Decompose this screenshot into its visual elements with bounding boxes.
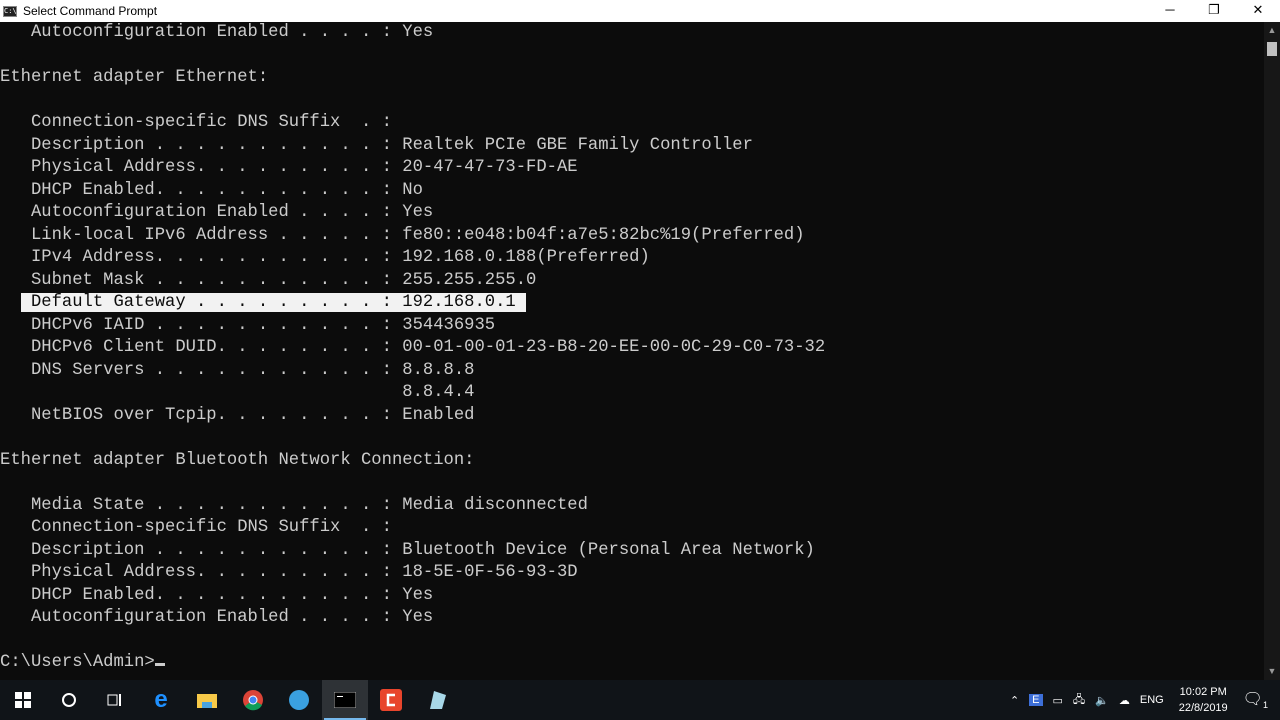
command-prompt-button[interactable] [322,680,368,720]
edge-icon: e [154,686,168,713]
console-line: Connection-specific DNS Suffix . : [0,113,392,132]
console-line: Autoconfiguration Enabled . . . . : Yes [0,23,434,42]
cmd-icon [334,692,356,708]
console-line: DHCPv6 IAID . . . . . . . . . . . : 3544… [0,315,496,335]
notes-icon [430,691,446,709]
battery-icon[interactable]: ▭ [1053,694,1063,707]
language-indicator[interactable]: ENG [1140,694,1164,706]
edge-button[interactable]: e [138,680,184,720]
ccleaner-icon [380,689,402,711]
folder-icon [197,694,217,708]
console-line: Physical Address. . . . . . . . . : 20-4… [0,158,578,177]
network-icon[interactable]: 🖧 [1073,691,1085,710]
chevron-up-icon[interactable]: ⌃ [1010,694,1019,707]
scrollbar[interactable]: ▲ ▼ [1264,22,1280,680]
task-view-button[interactable] [92,680,138,720]
console-line: Ethernet adapter Bluetooth Network Conne… [0,450,475,470]
line-prefix [0,293,21,312]
windows-icon [15,692,31,708]
minimize-button[interactable]: ─ [1148,0,1192,22]
ccleaner-button[interactable] [368,680,414,720]
chrome-icon [243,690,263,711]
selected-text[interactable]: Default Gateway . . . . . . . . . : 192.… [20,293,527,312]
console-line: DHCP Enabled. . . . . . . . . . . : Yes [0,585,434,605]
chrome-button[interactable] [230,680,276,720]
window-title: Select Command Prompt [23,4,158,18]
restore-button[interactable]: ❐ [1192,0,1236,22]
volume-icon[interactable]: 🔈 [1095,694,1109,707]
system-tray: ⌃ E ▭ 🖧 🔈 ☁ ENG 10:02 PM 22/8/2019 🗨1 [1005,680,1280,720]
notification-count: 1 [1262,700,1268,711]
start-button[interactable] [0,680,46,720]
cortana-icon [62,693,76,707]
console-output[interactable]: Autoconfiguration Enabled . . . . : Yes E… [0,22,1264,680]
console-line: Autoconfiguration Enabled . . . . : Yes [0,203,434,222]
notes-button[interactable] [414,680,460,720]
file-explorer-button[interactable] [184,680,230,720]
console-line: NetBIOS over Tcpip. . . . . . . . : Enab… [0,405,475,425]
console-line: Physical Address. . . . . . . . . : 18-5… [0,563,578,582]
scroll-down-arrow-icon[interactable]: ▼ [1264,663,1280,680]
close-button[interactable]: ✕ [1236,0,1280,22]
task-view-icon [107,694,121,706]
time: 10:02 PM [1179,686,1227,698]
cmd-icon: C:\ [3,5,17,17]
text-cursor [154,663,165,666]
scroll-up-arrow-icon[interactable]: ▲ [1264,22,1280,39]
console-line: Ethernet adapter Ethernet: [0,68,269,87]
console-line: IPv4 Address. . . . . . . . . . . : 192.… [0,248,650,267]
date: 22/8/2019 [1178,702,1228,714]
browser-button[interactable] [276,680,322,720]
prompt-line[interactable]: C:\Users\Admin> [0,652,1264,675]
cloud-icon[interactable]: ☁ [1119,694,1130,707]
console-line: Description . . . . . . . . . . . : Real… [0,135,753,155]
console-line: Connection-specific DNS Suffix . : [0,518,392,537]
scrollbar-thumb[interactable] [1267,42,1277,56]
console-line: 8.8.4.4 [0,383,475,402]
console-line: DHCPv6 Client DUID. . . . . . . . : 00-0… [0,338,826,357]
console-line: Autoconfiguration Enabled . . . . : Yes [0,608,434,627]
search-button[interactable] [46,680,92,720]
console-line: Description . . . . . . . . . . . : Blue… [0,540,815,560]
globe-icon [289,690,309,710]
title-bar: C:\ Select Command Prompt ─ ❐ ✕ [0,0,1280,22]
taskbar: e ⌃ E ▭ 🖧 🔈 ☁ ENG 10:02 PM 22/8/2019 🗨1 [0,680,1280,720]
prompt: C:\Users\Admin> [0,653,155,672]
console-line: Media State . . . . . . . . . . . : Medi… [0,495,588,515]
app-tray-icon[interactable]: E [1029,694,1043,706]
notifications-icon[interactable]: 🗨1 [1243,689,1268,710]
console-line: Link-local IPv6 Address . . . . . : fe80… [0,225,805,245]
clock[interactable]: 10:02 PM 22/8/2019 [1179,684,1228,716]
console-line: Default Gateway . . . . . . . . . : 192.… [0,292,1264,315]
console-line: Subnet Mask . . . . . . . . . . . : 255.… [0,270,537,290]
console-line: DNS Servers . . . . . . . . . . . : 8.8.… [0,360,475,380]
console-line: DHCP Enabled. . . . . . . . . . . : No [0,180,423,200]
